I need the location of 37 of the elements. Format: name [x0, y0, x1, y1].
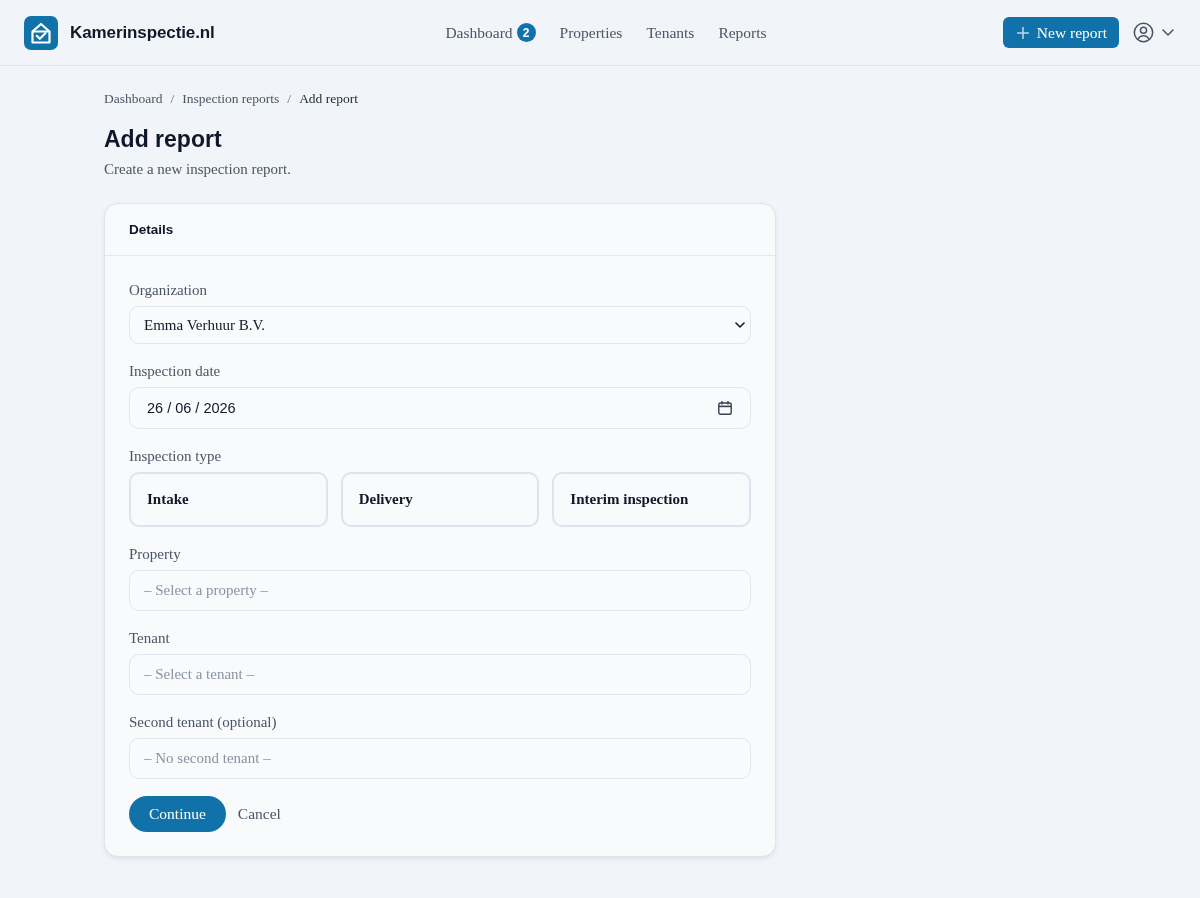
option-card[interactable]: Delivery — [340, 472, 540, 527]
user-avatar-icon[interactable] — [1133, 22, 1154, 43]
breadcrumb-separator: / — [170, 90, 175, 108]
page-subtitle: Create a new inspection report. — [104, 160, 291, 179]
nav-link[interactable]: Reports — [718, 23, 767, 42]
chevron-down-icon[interactable] — [1162, 29, 1174, 36]
breadcrumb-separator: / — [287, 90, 292, 108]
brand-name: Kamerinspectie.nl — [70, 22, 215, 43]
nav-link[interactable]: Tenants — [646, 23, 695, 42]
field-label: Inspection date — [129, 362, 221, 381]
new-report-button[interactable]: New report — [1002, 17, 1119, 48]
field-label: Organization — [129, 281, 208, 300]
breadcrumb-link[interactable]: Dashboard — [104, 89, 163, 109]
input-field[interactable]: – Select a property – — [129, 570, 751, 611]
input-field[interactable]: – No second tenant – — [129, 738, 751, 779]
plus-icon — [1016, 26, 1029, 39]
input-field[interactable]: – Select a tenant – — [129, 654, 751, 695]
date-field[interactable]: 26 / 06 / 2026 — [129, 387, 751, 429]
nav-link[interactable]: Dashboard 2 — [445, 23, 536, 42]
cancel-link[interactable]: Cancel — [237, 805, 281, 823]
nav-link[interactable]: Properties — [559, 23, 623, 42]
field-label: Property — [129, 545, 181, 564]
page-title: Add report — [104, 125, 222, 154]
select-field[interactable]: Emma Verhuur B.V. — [129, 306, 751, 344]
house-check-logo-icon[interactable] — [24, 15, 58, 50]
field-label: Inspection type — [129, 447, 222, 466]
option-card[interactable]: Intake — [129, 472, 328, 527]
calendar-icon[interactable] — [718, 401, 732, 415]
option-card[interactable]: Interim inspection — [552, 472, 751, 527]
field-label: Tenant — [129, 629, 170, 648]
count-badge: 2 — [516, 23, 536, 42]
continue-button[interactable]: Continue — [129, 796, 226, 832]
card-title: Details — [129, 222, 174, 237]
chevron-down-icon — [735, 322, 745, 328]
breadcrumb-current: Add report — [299, 90, 358, 108]
breadcrumb-link[interactable]: Inspection reports — [182, 89, 280, 109]
field-label: Second tenant (optional) — [129, 713, 277, 732]
